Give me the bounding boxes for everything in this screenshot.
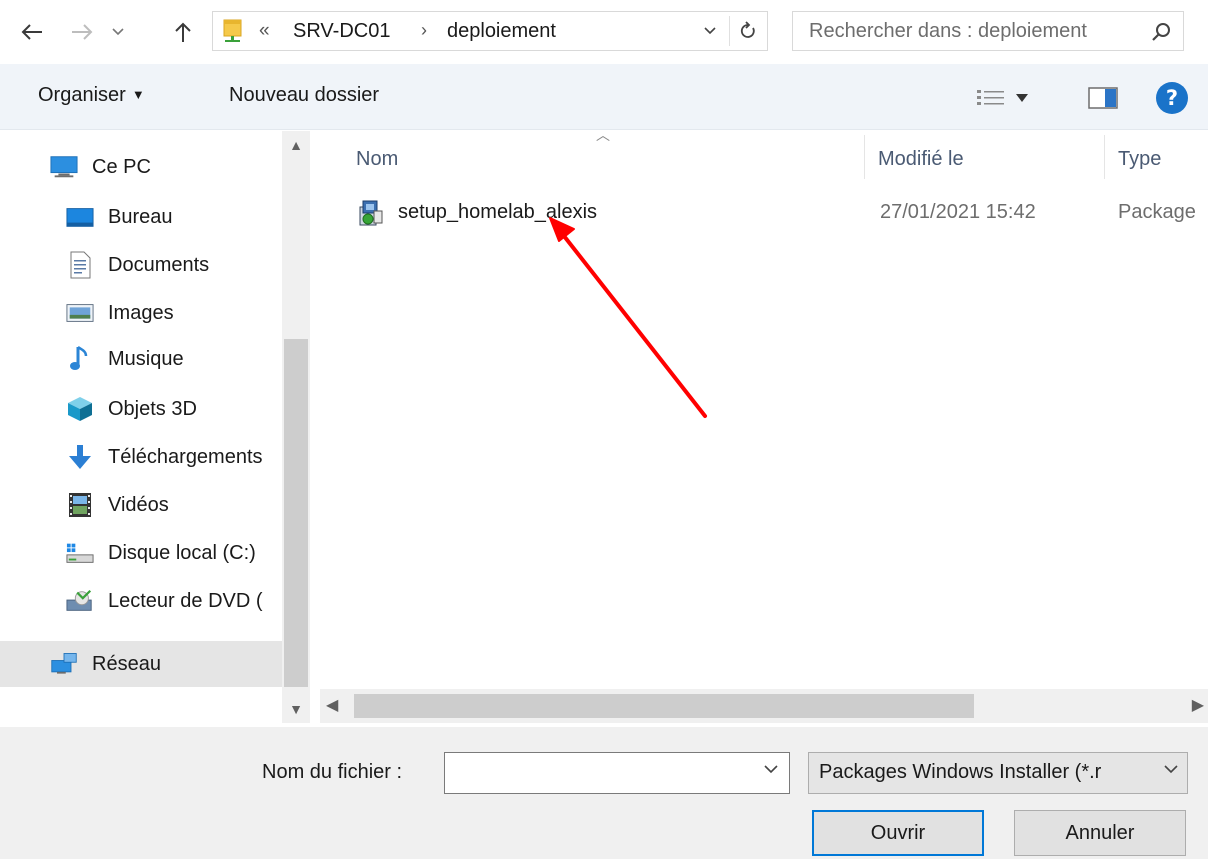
address-row: « SRV-DC01 › deploiement <box>0 0 1208 64</box>
filetype-select[interactable]: Packages Windows Installer (*.r <box>808 752 1188 794</box>
file-row[interactable]: setup_homelab_alexis 27/01/2021 15:42 Pa… <box>350 193 1208 233</box>
filename-combobox[interactable] <box>444 752 790 794</box>
scrollbar-thumb[interactable] <box>284 339 308 687</box>
download-icon <box>66 443 94 471</box>
cancel-button[interactable]: Annuler <box>1014 810 1186 856</box>
address-divider <box>729 16 730 46</box>
column-separator[interactable] <box>864 135 865 179</box>
nav-item-videos[interactable]: Vidéos <box>0 483 282 527</box>
file-modified: 27/01/2021 15:42 <box>880 201 1036 223</box>
arrow-left-icon <box>21 24 42 40</box>
scroll-right-icon[interactable]: ▶ <box>1192 695 1204 715</box>
forward-button[interactable] <box>64 14 100 50</box>
nav-item-label: Bureau <box>108 205 173 228</box>
msi-installer-icon <box>359 200 383 226</box>
chevron-down-icon <box>112 28 124 36</box>
organise-label: Organiser <box>38 84 126 106</box>
search-icon[interactable] <box>1149 20 1173 44</box>
preview-pane-icon[interactable] <box>1088 86 1118 110</box>
details-view-icon <box>977 90 1004 105</box>
recent-locations-button[interactable] <box>104 14 132 50</box>
help-button[interactable]: ? <box>1156 82 1188 114</box>
navigation-pane: Ce PC Bureau Documents Images Musique Ob… <box>0 131 318 723</box>
chevron-down-icon <box>704 27 716 35</box>
file-list: ︿ Nom Modifié le Type setup_homelab_alex… <box>320 127 1208 723</box>
open-button[interactable]: Ouvrir <box>812 810 984 856</box>
new-folder-button[interactable]: Nouveau dossier <box>229 84 379 107</box>
nav-item-label: Vidéos <box>108 493 169 516</box>
breadcrumb-deploiement[interactable]: deploiement <box>447 20 556 43</box>
computer-icon <box>50 153 78 181</box>
cube-3d-icon <box>66 395 94 423</box>
images-icon <box>66 299 94 327</box>
search-input[interactable] <box>809 20 1139 43</box>
arrow-right-icon <box>72 24 93 40</box>
filetype-value: Packages Windows Installer (*.r <box>819 761 1102 783</box>
file-name: setup_homelab_alexis <box>398 201 598 223</box>
nav-item-label: Ce PC <box>92 155 151 178</box>
scroll-left-icon[interactable]: ◀ <box>326 695 338 715</box>
nav-item-label: Images <box>108 301 174 324</box>
nav-item-ce-pc[interactable]: Ce PC <box>0 145 282 189</box>
caret-down-icon <box>1016 94 1028 102</box>
nav-item-label: Objets 3D <box>108 397 197 420</box>
nav-pane-scrollbar[interactable]: ▲ ▼ <box>282 131 310 723</box>
file-type: Package <box>1118 201 1196 223</box>
nav-item-objets-3d[interactable]: Objets 3D <box>0 387 282 431</box>
nav-item-label: Réseau <box>92 652 161 675</box>
nav-item-lecteur-dvd[interactable]: Lecteur de DVD ( <box>0 579 282 623</box>
arrow-up-icon <box>175 22 191 42</box>
overflow-chevrons[interactable]: « <box>259 20 270 42</box>
view-options-button[interactable] <box>976 84 1046 112</box>
search-box[interactable] <box>792 11 1184 51</box>
nav-item-label: Téléchargements <box>108 445 263 468</box>
organise-button[interactable]: Organiser ▼ <box>38 84 145 107</box>
nav-item-label: Documents <box>108 253 210 276</box>
scroll-down-icon[interactable]: ▼ <box>282 701 310 717</box>
command-toolbar: Organiser ▼ Nouveau dossier ? <box>0 64 1208 130</box>
refresh-icon <box>740 21 755 38</box>
nav-item-bureau[interactable]: Bureau <box>0 195 282 239</box>
column-header-modified[interactable]: Modifié le <box>878 141 964 177</box>
nav-item-images[interactable]: Images <box>0 291 282 335</box>
sort-ascending-icon: ︿ <box>596 127 610 143</box>
chevron-down-icon[interactable] <box>763 763 779 775</box>
scroll-up-icon[interactable]: ▲ <box>282 137 310 153</box>
column-header-type[interactable]: Type <box>1118 141 1161 177</box>
network-folder-icon <box>223 19 242 42</box>
filename-input[interactable] <box>453 761 743 784</box>
documents-icon <box>66 251 94 279</box>
breadcrumb-separator[interactable]: › <box>421 20 427 41</box>
column-header-name[interactable]: Nom <box>356 141 398 177</box>
music-icon <box>66 345 94 373</box>
video-icon <box>66 491 94 519</box>
up-button[interactable] <box>166 14 200 50</box>
column-separator[interactable] <box>1104 135 1105 179</box>
dvd-drive-icon <box>66 587 94 615</box>
nav-item-reseau[interactable]: Réseau <box>0 641 282 687</box>
chevron-down-icon <box>1164 765 1178 774</box>
horizontal-scrollbar[interactable]: ◀ ▶ <box>320 689 1208 723</box>
nav-item-disque-local[interactable]: Disque local (C:) <box>0 531 282 575</box>
nav-item-label: Disque local (C:) <box>108 541 256 564</box>
nav-item-label: Musique <box>108 347 184 370</box>
nav-item-label: Lecteur de DVD ( <box>108 589 263 612</box>
desktop-icon <box>66 203 94 231</box>
breadcrumb-srv-dc01[interactable]: SRV-DC01 <box>293 20 390 43</box>
network-icon <box>50 650 78 678</box>
nav-item-documents[interactable]: Documents <box>0 243 282 287</box>
refresh-button[interactable] <box>731 16 765 46</box>
nav-item-musique[interactable]: Musique <box>0 337 282 381</box>
address-box[interactable]: « SRV-DC01 › deploiement <box>212 11 768 51</box>
caret-down-icon: ▼ <box>131 87 145 102</box>
dialog-footer: Nom du fichier : Packages Windows Instal… <box>0 727 1208 859</box>
filename-label: Nom du fichier : <box>262 761 403 783</box>
address-dropdown-button[interactable] <box>695 16 725 46</box>
back-button[interactable] <box>14 14 50 50</box>
drive-icon <box>66 539 94 567</box>
scrollbar-thumb[interactable] <box>354 694 974 718</box>
nav-item-telechargements[interactable]: Téléchargements <box>0 435 282 479</box>
